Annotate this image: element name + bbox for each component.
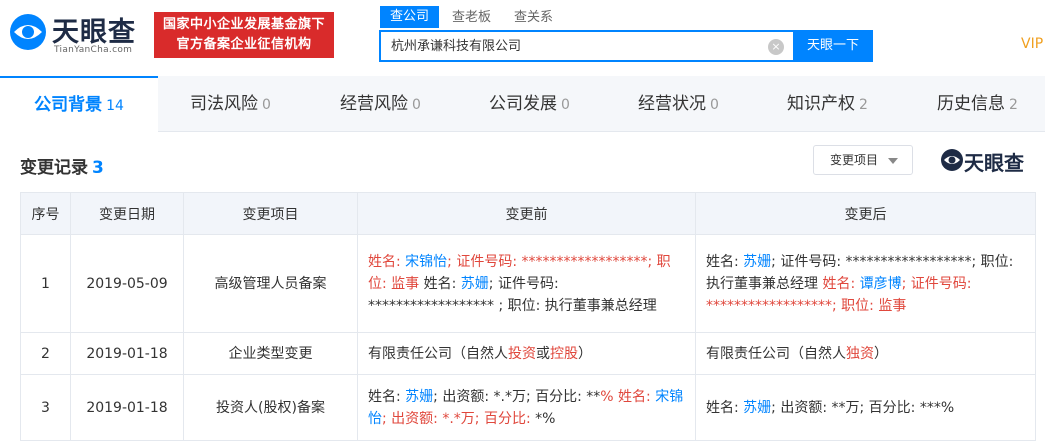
- logo-text: 天眼查: [52, 17, 136, 48]
- tab-label: 经营状况: [638, 94, 706, 114]
- tab-operation-risk[interactable]: 经营风险 0: [340, 76, 421, 132]
- person-name-link[interactable]: 苏姗: [461, 276, 489, 292]
- header-before: 变更前: [357, 192, 696, 235]
- tab-label: 历史信息: [937, 94, 1005, 114]
- change-text: 姓名:: [368, 388, 406, 405]
- cell-date: 2019-01-18: [70, 374, 184, 441]
- person-name-link[interactable]: 苏姗: [405, 389, 433, 405]
- change-text: ; 出资额: *.*万; 百分比:: [382, 410, 536, 427]
- change-item-filter-dropdown[interactable]: 变更项目: [813, 145, 913, 175]
- search-box: ×: [379, 30, 793, 62]
- cell-index: 2: [20, 332, 71, 375]
- search-tab-relation[interactable]: 查关系: [514, 6, 553, 30]
- header-item: 变更项目: [183, 192, 358, 235]
- change-text: 或: [536, 345, 550, 362]
- tab-intellectual-property[interactable]: 知识产权 2: [787, 76, 868, 132]
- tab-operation-status[interactable]: 经营状况 0: [638, 76, 719, 132]
- person-name-link[interactable]: 苏姗: [743, 254, 771, 270]
- caret-down-icon: [888, 158, 898, 164]
- change-text: 姓名:: [419, 275, 461, 292]
- change-records-table: 序号 变更日期 变更项目 变更前 变更后 1 2019-05-09 高级管理人员…: [20, 192, 1036, 441]
- change-text: *%: [535, 410, 556, 427]
- change-text: 有限责任公司（自然人: [368, 345, 508, 362]
- cell-item: 企业类型变更: [183, 332, 358, 375]
- section-title: 变更记录 3: [20, 153, 104, 178]
- section-count: 3: [92, 158, 104, 178]
- person-name-link[interactable]: 苏姗: [743, 400, 771, 416]
- cell-date: 2019-01-18: [70, 332, 184, 375]
- cell-index: 3: [20, 374, 71, 441]
- slogan-line-2: 官方备案企业征信机构: [176, 37, 312, 52]
- vip-link[interactable]: VIP: [1021, 36, 1043, 52]
- change-text: 投资: [508, 345, 536, 362]
- cell-after: 有限责任公司（自然人独资）: [695, 332, 1036, 375]
- cell-index: 1: [20, 234, 71, 333]
- slogan-badge: 国家中小企业发展基金旗下 官方备案企业征信机构: [154, 12, 334, 58]
- tab-label: 司法风险: [190, 94, 258, 114]
- cell-before: 姓名: 苏姗; 出资额: *.*万; 百分比: **% 姓名: 宋锦怡; 出资额…: [357, 374, 696, 441]
- tab-label: 知识产权: [787, 94, 855, 114]
- tab-count: 0: [561, 97, 570, 113]
- person-name-link[interactable]: 宋锦怡: [405, 254, 447, 270]
- tab-count: 2: [859, 97, 868, 113]
- change-text: ; 出资额: *.*万; 百分比: **: [433, 388, 601, 405]
- watermark-text: 天眼查: [964, 151, 1024, 175]
- slogan-line-1: 国家中小企业发展基金旗下: [162, 17, 325, 32]
- change-text: 有限责任公司（自然人: [706, 345, 846, 362]
- tab-count: 14: [106, 98, 124, 114]
- cell-item: 投资人(股权)备案: [183, 374, 358, 441]
- search-button[interactable]: 天眼一下: [793, 30, 873, 62]
- logo-eye-icon: [10, 14, 46, 50]
- cell-after: 姓名: 苏姗; 出资额: **万; 百分比: ***%: [695, 374, 1036, 441]
- company-tab-bar: 公司背景 14 司法风险 0 经营风险 0 公司发展 0 经营状况 0 知识产权 2 历史信…: [0, 76, 1045, 132]
- table-header-row: 序号 变更日期 变更项目 变更前 变更后: [20, 192, 1036, 235]
- cell-before: 有限责任公司（自然人投资或控股）: [357, 332, 696, 375]
- cell-item: 高级管理人员备案: [183, 234, 358, 333]
- change-text: 姓名:: [706, 253, 744, 270]
- tab-history-info[interactable]: 历史信息 2: [937, 76, 1018, 132]
- tab-count: 0: [262, 97, 271, 113]
- header-index: 序号: [20, 192, 71, 235]
- change-text: 独资: [846, 345, 874, 362]
- cell-before: 姓名: 宋锦怡; 证件号码: ******************; 职位: 监…: [357, 234, 696, 333]
- tab-company-development[interactable]: 公司发展 0: [489, 76, 570, 132]
- cell-after: 姓名: 苏姗; 证件号码: ******************; 职位: 执行…: [695, 234, 1036, 333]
- person-name-link[interactable]: 谭彦博: [860, 276, 902, 292]
- watermark-logo: 天眼查: [940, 146, 1040, 176]
- top-header: 天眼查 TianYanCha.com 国家中小企业发展基金旗下 官方备案企业征信…: [0, 0, 1045, 76]
- change-text: 姓名:: [818, 275, 860, 292]
- tab-legal-risk[interactable]: 司法风险 0: [190, 76, 271, 132]
- tab-company-background[interactable]: 公司背景 14: [0, 76, 158, 132]
- watermark-eye-icon: [941, 149, 963, 171]
- table-row: 2 2019-01-18 企业类型变更 有限责任公司（自然人投资或控股） 有限责…: [20, 332, 1036, 375]
- change-text: % 姓名:: [600, 388, 656, 405]
- change-text: 姓名:: [706, 399, 744, 416]
- search-tab-company[interactable]: 查公司: [380, 6, 440, 28]
- table-row: 1 2019-05-09 高级管理人员备案 姓名: 宋锦怡; 证件号码: ***…: [20, 234, 1036, 333]
- change-text: ）: [874, 345, 888, 362]
- search-input[interactable]: [391, 37, 761, 52]
- filter-label: 变更项目: [830, 153, 879, 167]
- table-row: 3 2019-01-18 投资人(股权)备案 姓名: 苏姗; 出资额: *.*万…: [20, 374, 1036, 441]
- cell-date: 2019-05-09: [70, 234, 184, 333]
- change-text: ; 出资额: **万; 百分比: ***%: [771, 399, 955, 416]
- section-title-text: 变更记录: [20, 158, 88, 178]
- clear-icon[interactable]: ×: [768, 39, 784, 55]
- tianyancha-logo[interactable]: 天眼查 TianYanCha.com: [8, 10, 148, 60]
- change-text: ）: [578, 345, 592, 362]
- change-text: 控股: [550, 345, 578, 362]
- header-date: 变更日期: [70, 192, 184, 235]
- tab-label: 经营风险: [340, 94, 408, 114]
- tab-count: 0: [710, 97, 719, 113]
- tab-label: 公司发展: [489, 94, 557, 114]
- tab-count: 2: [1009, 97, 1018, 113]
- search-tab-boss[interactable]: 查老板: [452, 6, 491, 30]
- change-text: 姓名:: [368, 253, 406, 270]
- tab-label: 公司背景: [34, 95, 103, 115]
- logo-domain: TianYanCha.com: [54, 45, 133, 55]
- header-after: 变更后: [695, 192, 1036, 235]
- tab-count: 0: [412, 97, 421, 113]
